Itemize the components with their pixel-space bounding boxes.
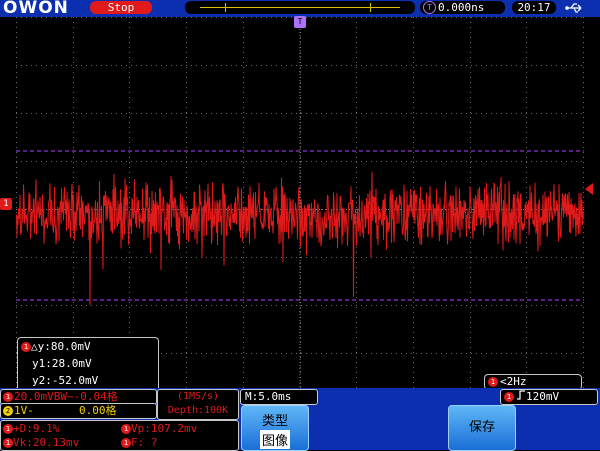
channel-1-icon: 1 xyxy=(488,377,498,387)
trigger-position-readout: T 0.000ns xyxy=(420,1,505,14)
channel-1-icon: 1 xyxy=(504,392,514,402)
run-stop-indicator[interactable]: Stop xyxy=(90,1,152,14)
measure-plus-duty: +D:9.1% xyxy=(13,422,60,435)
type-label: 类型 xyxy=(261,414,288,429)
sample-info: (1MS/s) Depth:100K xyxy=(157,389,239,420)
rising-edge-icon xyxy=(516,390,526,403)
channel-1-icon: 1 xyxy=(3,424,13,434)
channel-2-coupling: 1V- xyxy=(14,404,34,417)
timebase-readout[interactable]: M:5.0ms xyxy=(240,389,318,405)
type-menu-button[interactable]: 类型 图像 xyxy=(241,405,309,451)
measurement-panel: 1 +D:9.1% 1 Vp:107.2mv 1 Vk:20.13mv 1 F: ? xyxy=(0,420,239,451)
trigger-time-marker[interactable]: T xyxy=(294,16,306,28)
owon-logo: OWON xyxy=(3,0,69,18)
cursor-y2: y2:-52.0mV xyxy=(32,374,99,387)
measure-frequency: F: ? xyxy=(131,436,158,449)
measure-vk: Vk:20.13mv xyxy=(13,436,80,449)
save-button[interactable]: 保存 xyxy=(448,405,516,451)
type-value: 图像 xyxy=(259,430,290,449)
channel-1-icon: 1 xyxy=(21,342,31,352)
channel-1-icon[interactable]: 1 xyxy=(0,198,12,210)
window-start-marker xyxy=(225,3,226,12)
record-depth: Depth:100K xyxy=(167,405,229,416)
channel-2-icon: 2 xyxy=(3,406,13,416)
cursor-readout-panel: 1 △y:80.0mV y1:28.0mV y2:-52.0mV xyxy=(17,337,159,392)
cursor-delta: △y:80.0mV xyxy=(31,340,91,353)
frequency-value: <2Hz xyxy=(500,375,527,388)
channel-1-icon: 1 xyxy=(3,392,13,402)
channel-2-offset: 0.00格 xyxy=(79,404,117,417)
trigger-icon: T xyxy=(423,1,436,14)
channel-1-scale: 20.0mVBW~-0.04格 xyxy=(14,390,118,403)
channel-1-icon: 1 xyxy=(3,438,13,448)
channel-1-icon: 1 xyxy=(121,438,131,448)
top-status-bar: OWON Stop T 0.000ns 20:17 xyxy=(0,0,600,18)
cursor-y1: y1:28.0mV xyxy=(32,357,92,370)
channel-1-icon: 1 xyxy=(121,424,131,434)
usb-icon xyxy=(565,1,585,15)
memory-position-bar[interactable] xyxy=(185,1,415,14)
trigger-settings[interactable]: 1 120mV xyxy=(500,389,598,405)
trigger-level-marker[interactable] xyxy=(585,183,593,195)
trigger-level: 120mV xyxy=(526,390,560,403)
channel-2-settings[interactable]: 2 1V- 0.00格 xyxy=(0,403,157,419)
window-end-marker xyxy=(370,3,371,12)
clock: 20:17 xyxy=(512,1,556,14)
sample-rate: (1MS/s) xyxy=(176,391,220,402)
trigger-position-value: 0.000ns xyxy=(438,1,485,14)
measure-vp: Vp:107.2mv xyxy=(131,422,198,435)
